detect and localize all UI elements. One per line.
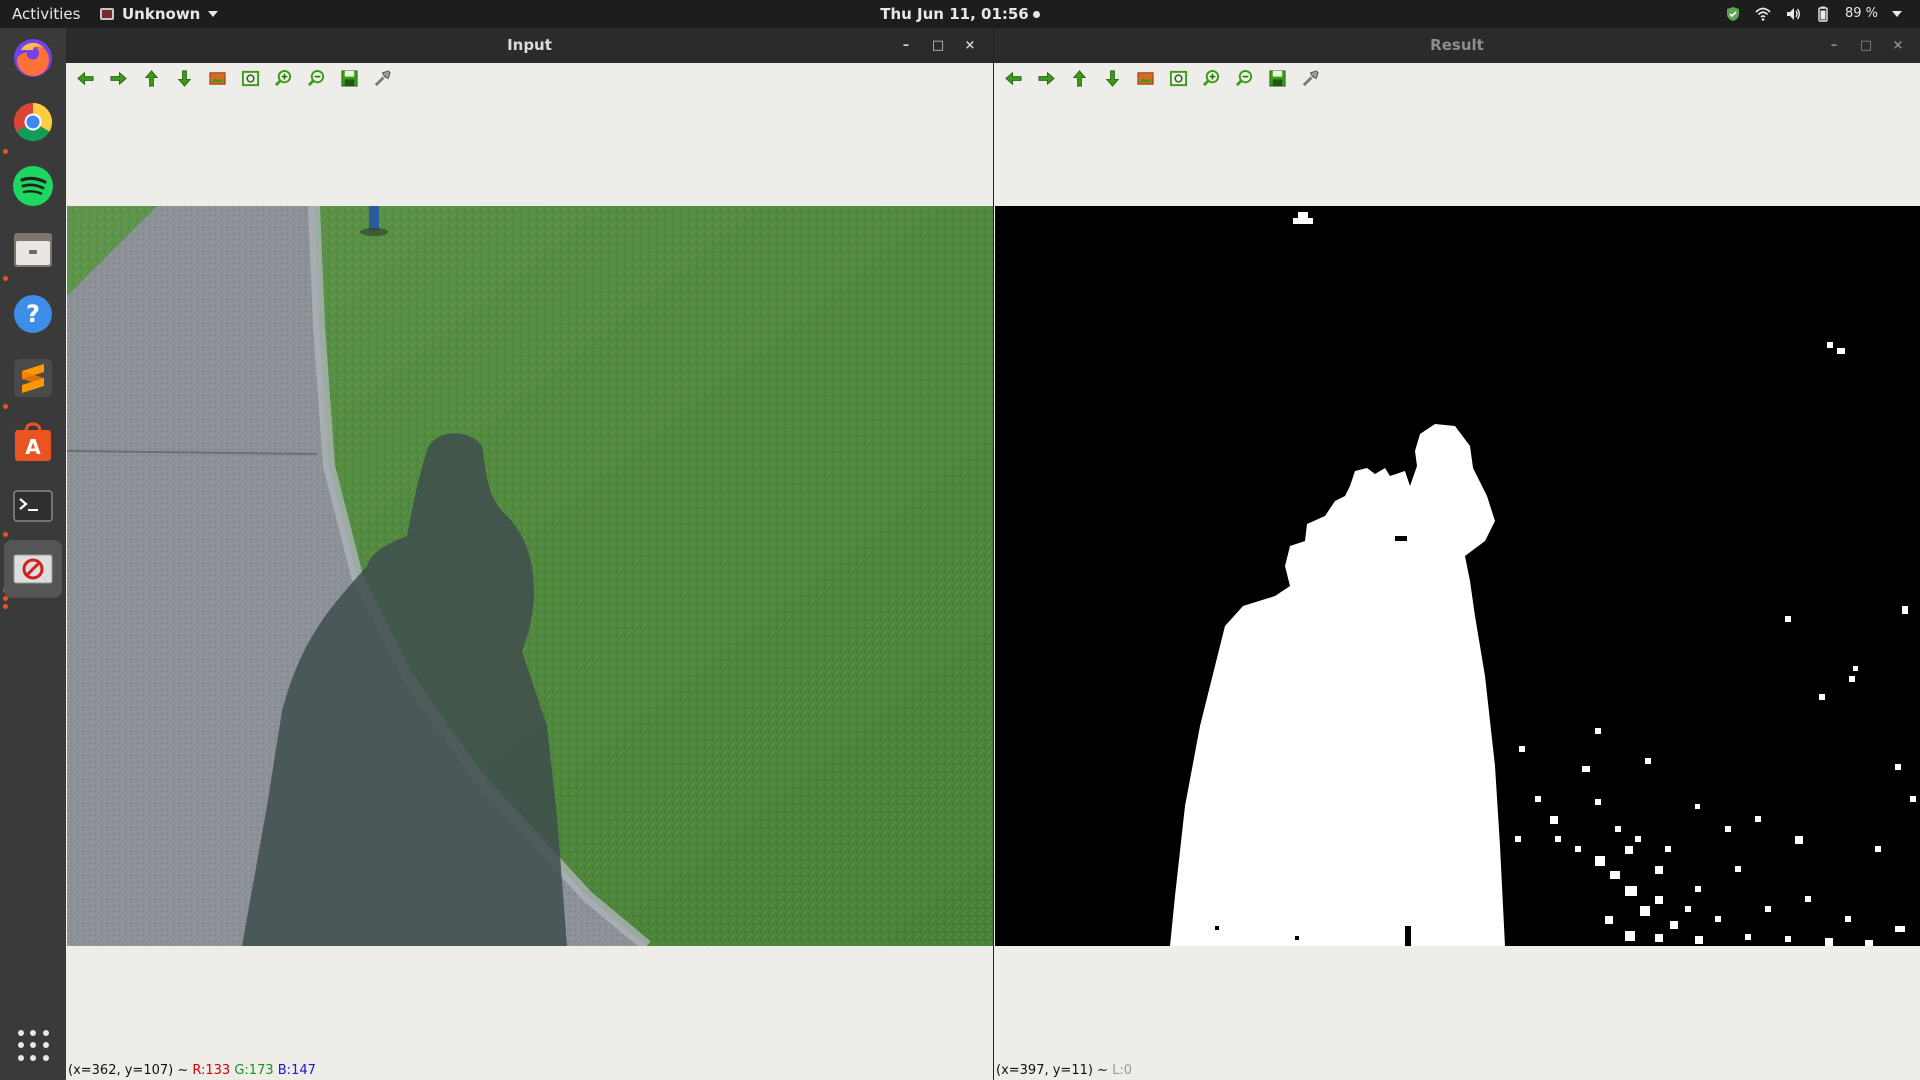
pan-right-button[interactable] <box>109 69 128 88</box>
software-center-icon: A <box>15 422 51 461</box>
image-toolbar <box>66 63 993 93</box>
spotify-icon <box>13 166 53 206</box>
result-window: Result – □ × (x=397, y=11) ~ L:0 <box>994 28 1920 1080</box>
save-button[interactable] <box>340 69 359 88</box>
dock-item-help[interactable]: ? <box>11 292 55 336</box>
dock-item-spotify[interactable] <box>11 164 55 208</box>
pixel-b-value: B:147 <box>277 1063 316 1078</box>
pan-right-icon <box>110 71 127 85</box>
input-image <box>67 206 993 946</box>
battery-label: 89 % <box>1844 6 1878 21</box>
result-titlebar[interactable]: Result – □ × <box>994 28 1920 63</box>
pixel-r-value: R:133 <box>192 1063 231 1078</box>
zoom-original-button[interactable] <box>1136 69 1155 88</box>
pan-down-icon <box>1105 69 1120 87</box>
window-title: Input <box>507 36 552 54</box>
dock-item-firefox[interactable] <box>11 36 55 80</box>
opencv-window-icon <box>13 554 53 584</box>
window-title: Result <box>1430 36 1484 54</box>
properties-button[interactable] <box>373 69 392 88</box>
dock-item-software-center[interactable]: A <box>11 420 55 464</box>
system-tray[interactable]: 89 % <box>1725 0 1902 28</box>
help-icon: ? <box>14 295 52 333</box>
close-button[interactable]: × <box>1883 28 1913 63</box>
dock-item-sublime-text[interactable] <box>11 356 55 400</box>
zoom-in-button[interactable] <box>1202 69 1221 88</box>
status-bar: (x=397, y=11) ~ L:0 <box>996 1061 1132 1080</box>
pan-up-icon <box>1072 69 1087 87</box>
zoom-in-icon <box>274 69 292 86</box>
properties-icon <box>1302 69 1319 86</box>
input-image-view[interactable] <box>67 206 993 946</box>
zoom-fit-button[interactable] <box>1169 69 1188 88</box>
zoom-in-button[interactable] <box>274 69 293 88</box>
zoom-out-icon <box>307 69 325 86</box>
minimize-button[interactable]: – <box>891 28 921 63</box>
svg-text:A: A <box>25 435 41 459</box>
dock-item-files[interactable] <box>11 228 55 272</box>
result-image-view[interactable] <box>995 206 1920 946</box>
maximize-button[interactable]: □ <box>1851 28 1881 63</box>
zoom-fit-icon <box>1169 70 1188 86</box>
chrome-icon <box>13 102 53 142</box>
firefox-icon <box>14 39 52 77</box>
properties-button[interactable] <box>1301 69 1320 88</box>
pan-right-icon <box>1038 71 1055 85</box>
save-icon <box>341 69 358 87</box>
status-bar: (x=362, y=107) ~ R:133 G:173 B:147 <box>68 1061 316 1080</box>
pan-left-button[interactable] <box>1004 69 1023 88</box>
battery-icon[interactable] <box>1815 6 1831 22</box>
wifi-icon[interactable] <box>1755 6 1771 22</box>
zoom-original-icon <box>209 71 226 85</box>
input-titlebar[interactable]: Input – □ × <box>66 28 993 63</box>
pan-down-icon <box>177 69 192 87</box>
dock-item-chrome[interactable] <box>11 100 55 144</box>
pan-left-icon <box>1005 71 1022 85</box>
save-button[interactable] <box>1268 69 1287 88</box>
show-applications-icon[interactable] <box>18 1030 50 1062</box>
zoom-fit-icon <box>241 70 260 86</box>
input-window: Input – □ × (x=362, y=107) ~ R:133 G:173… <box>66 28 993 1080</box>
pan-up-icon <box>144 69 159 87</box>
zoom-out-button[interactable] <box>1235 69 1254 88</box>
minimize-button[interactable]: – <box>1819 28 1849 63</box>
maximize-button[interactable]: □ <box>923 28 953 63</box>
pan-down-button[interactable] <box>1103 69 1122 88</box>
clock[interactable]: Thu Jun 11, 01:56 <box>0 0 1920 28</box>
cursor-coords: (x=362, y=107) ~ <box>68 1063 189 1078</box>
pan-right-button[interactable] <box>1037 69 1056 88</box>
pan-up-button[interactable] <box>1070 69 1089 88</box>
pan-down-button[interactable] <box>175 69 194 88</box>
zoom-out-button[interactable] <box>307 69 326 88</box>
pan-left-button[interactable] <box>76 69 95 88</box>
pixel-g-value: G:173 <box>234 1063 274 1078</box>
zoom-original-button[interactable] <box>208 69 227 88</box>
svg-text:?: ? <box>26 300 40 328</box>
image-toolbar <box>994 63 1920 93</box>
dock: ? A <box>0 28 66 1080</box>
save-icon <box>1269 69 1286 87</box>
pan-left-icon <box>77 71 94 85</box>
zoom-fit-button[interactable] <box>241 69 260 88</box>
result-mask-image <box>995 206 1920 946</box>
shield-icon[interactable] <box>1725 6 1741 22</box>
clock-label: Thu Jun 11, 01:56 <box>880 5 1029 23</box>
volume-icon[interactable] <box>1785 6 1801 22</box>
notification-dot-icon <box>1032 11 1040 18</box>
dock-item-terminal[interactable] <box>11 484 55 528</box>
pixel-l-value: L:0 <box>1112 1063 1133 1078</box>
chevron-down-icon[interactable] <box>1892 11 1902 17</box>
zoom-out-icon <box>1235 69 1253 86</box>
properties-icon <box>374 69 391 86</box>
cursor-coords: (x=397, y=11) ~ <box>996 1063 1108 1078</box>
files-icon <box>14 233 52 267</box>
sublime-text-icon <box>14 359 52 397</box>
zoom-in-icon <box>1202 69 1220 86</box>
pan-up-button[interactable] <box>142 69 161 88</box>
close-button[interactable]: × <box>955 28 985 63</box>
terminal-icon <box>13 490 53 522</box>
zoom-original-icon <box>1137 71 1154 85</box>
dock-item-opencv-window[interactable] <box>4 540 62 598</box>
top-bar: Activities Unknown Thu Jun 11, 01:56 89 … <box>0 0 1920 28</box>
